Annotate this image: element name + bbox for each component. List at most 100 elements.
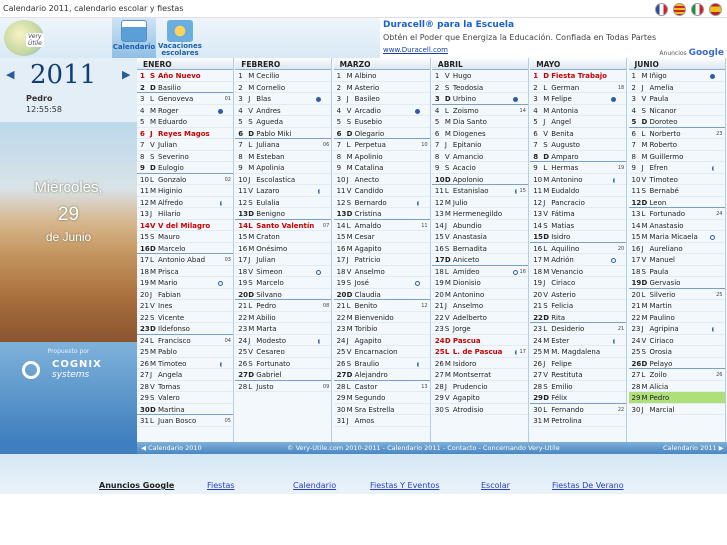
day-row[interactable]: 27 V Restituta bbox=[530, 369, 627, 381]
flag-france-icon[interactable] bbox=[655, 3, 668, 16]
day-row[interactable]: 12 S Eulalia bbox=[235, 197, 332, 208]
day-row[interactable]: 4 V Arcadio bbox=[333, 105, 430, 116]
day-row[interactable]: 25 M Pablo bbox=[137, 346, 233, 358]
footer-link-fiestas[interactable]: Fiestas bbox=[207, 481, 235, 490]
day-row[interactable]: 5 D Doroteo bbox=[628, 116, 725, 128]
day-row[interactable]: 13 D Cristina bbox=[333, 208, 430, 220]
day-row[interactable]: 9 D Eulogio bbox=[137, 162, 233, 174]
day-row[interactable]: 29 M Segundo bbox=[333, 392, 430, 404]
footer-link-fiestas-verano[interactable]: Fiestas De Verano bbox=[552, 481, 624, 490]
day-row[interactable]: 8 M Esteban bbox=[235, 151, 332, 162]
day-row[interactable]: 27 D Alejandro bbox=[333, 369, 430, 381]
day-row[interactable]: 26 M Isidoro bbox=[431, 358, 528, 369]
day-row[interactable]: 20 D Silvano bbox=[235, 289, 332, 300]
day-row[interactable]: 12 J Pancracio bbox=[530, 197, 627, 208]
day-row[interactable]: 15 M Maria Micaela bbox=[628, 231, 725, 243]
day-row[interactable]: 25 V Encarnacion bbox=[333, 346, 430, 358]
day-row[interactable]: 5 S Agueda bbox=[235, 116, 332, 128]
prev-year-icon[interactable]: ◀ bbox=[6, 68, 14, 81]
sponsor-box[interactable]: Propuesto por COGNIX systems bbox=[0, 342, 137, 442]
day-row[interactable]: 20 L Silverio 25 bbox=[628, 289, 725, 300]
day-row[interactable]: 20 V Asterio bbox=[530, 289, 627, 300]
day-row[interactable]: 7 J Epitanio bbox=[431, 139, 528, 151]
day-row[interactable]: 6 L Norberto 23 bbox=[628, 128, 725, 139]
day-row[interactable]: 28 L Castor 13 bbox=[333, 381, 430, 392]
day-row[interactable]: 28 L Justo 09 bbox=[235, 381, 332, 392]
day-row[interactable]: 25 M M. Magdalena bbox=[530, 346, 627, 358]
day-row[interactable]: 19 M Mario bbox=[137, 277, 233, 289]
day-row[interactable]: 21 L Pedro 08 bbox=[235, 300, 332, 312]
day-row[interactable]: 3 J Blas bbox=[235, 93, 332, 105]
day-row[interactable]: 30 M Sra Estrella bbox=[333, 404, 430, 415]
day-row[interactable]: 24 V Ciriaco bbox=[628, 335, 725, 346]
day-row[interactable]: 14 J Abundio bbox=[431, 220, 528, 231]
day-row[interactable]: 2 S Teodosia bbox=[431, 82, 528, 93]
day-row[interactable]: 5 M Dia Santo bbox=[431, 116, 528, 128]
day-row[interactable]: 25 V Cesareo bbox=[235, 346, 332, 358]
day-row[interactable]: 16 M Agapito bbox=[333, 243, 430, 254]
day-row[interactable]: 19 S José bbox=[333, 277, 430, 289]
day-row[interactable]: 23 M Toribio bbox=[333, 323, 430, 335]
day-row[interactable]: 12 D Leon bbox=[628, 197, 725, 208]
flag-italy-icon[interactable] bbox=[691, 3, 704, 16]
day-row[interactable]: 13 D Benigno bbox=[235, 208, 332, 220]
day-row[interactable]: 18 L Amideo 16 bbox=[431, 266, 528, 277]
day-row[interactable]: 8 M Guillermo bbox=[628, 151, 725, 162]
day-row[interactable]: 8 S Severino bbox=[137, 151, 233, 162]
day-row[interactable]: 8 M Apolinio bbox=[333, 151, 430, 162]
day-row[interactable]: 17 J Julian bbox=[235, 254, 332, 266]
tab-vacaciones[interactable]: Vacaciones escolares bbox=[158, 18, 202, 58]
day-row[interactable]: 31 M Petrolina bbox=[530, 415, 627, 427]
ad-headline[interactable]: Duracell® para la Escuela bbox=[383, 20, 514, 30]
day-row[interactable]: 22 M Paulino bbox=[628, 312, 725, 323]
ad-banner[interactable]: Duracell® para la Escuela Obtén el Poder… bbox=[380, 18, 727, 58]
day-row[interactable]: 19 J Ciriaco bbox=[530, 277, 627, 289]
day-row[interactable]: 5 M Eduardo bbox=[137, 116, 233, 128]
ad-url[interactable]: www.Duracell.com bbox=[383, 46, 448, 54]
day-row[interactable]: 30 J Marcial bbox=[628, 404, 725, 415]
day-row[interactable]: 18 V Anselmo bbox=[333, 266, 430, 277]
day-row[interactable]: 3 D Urbino bbox=[431, 93, 528, 105]
day-row[interactable]: 17 D Aniceto bbox=[431, 254, 528, 266]
day-row[interactable]: 23 L Desiderio 21 bbox=[530, 323, 627, 335]
day-row[interactable]: 4 M Roger bbox=[137, 105, 233, 116]
day-row[interactable]: 30 L Fernando 22 bbox=[530, 404, 627, 415]
day-row[interactable]: 28 M Alicia bbox=[628, 381, 725, 392]
day-row[interactable]: 1 S Año Nuevo bbox=[137, 70, 233, 82]
day-row[interactable]: 6 D Olegario bbox=[333, 128, 430, 139]
day-row[interactable]: 21 S Felicia bbox=[530, 300, 627, 312]
day-row[interactable]: 29 S Valero bbox=[137, 392, 233, 404]
day-row[interactable]: 15 M Cesar bbox=[333, 231, 430, 243]
day-row[interactable]: 11 V Lazaro bbox=[235, 185, 332, 197]
day-row[interactable]: 1 M Cecilio bbox=[235, 70, 332, 82]
day-row[interactable]: 7 L Perpetua 10 bbox=[333, 139, 430, 151]
day-row[interactable]: 15 M Craton bbox=[235, 231, 332, 243]
day-row[interactable]: 8 V Amancio bbox=[431, 151, 528, 162]
day-row[interactable]: 27 M Montserrat bbox=[431, 369, 528, 381]
day-row[interactable]: 14 M Anastasio bbox=[628, 220, 725, 231]
day-row[interactable]: 14 L Santo Valentín 07 bbox=[235, 220, 332, 231]
day-row[interactable]: 17 V Manuel bbox=[628, 254, 725, 266]
day-row[interactable]: 4 L Zoismo 14 bbox=[431, 105, 528, 116]
day-row[interactable]: 9 J Efren bbox=[628, 162, 725, 174]
day-row[interactable]: 10 J Anecto bbox=[333, 174, 430, 185]
day-row[interactable]: 24 D Pascua bbox=[431, 335, 528, 346]
day-row[interactable]: 22 D Rita bbox=[530, 312, 627, 323]
footer-link-escolar[interactable]: Escolar bbox=[481, 481, 510, 490]
day-row[interactable]: 20 J Fabian bbox=[137, 289, 233, 300]
day-row[interactable]: 11 S Bernabé bbox=[628, 185, 725, 197]
day-row[interactable]: 18 M Venancio bbox=[530, 266, 627, 277]
day-row[interactable]: 14 V V del Milagro bbox=[137, 220, 233, 231]
day-row[interactable]: 25 S Orosia bbox=[628, 346, 725, 358]
day-row[interactable]: 5 S Eusebio bbox=[333, 116, 430, 128]
day-row[interactable]: 21 L Benito 12 bbox=[333, 300, 430, 312]
cognix-logo[interactable]: COGNIX systems bbox=[22, 359, 114, 383]
day-row[interactable]: 11 M Eudaldo bbox=[530, 185, 627, 197]
day-row[interactable]: 10 M Antonino bbox=[530, 174, 627, 185]
day-row[interactable]: 22 M Abilio bbox=[235, 312, 332, 323]
day-row[interactable]: 10 V Timoteo bbox=[628, 174, 725, 185]
day-row[interactable]: 28 S Emilio bbox=[530, 381, 627, 392]
day-row[interactable]: 21 M Martin bbox=[628, 300, 725, 312]
day-row[interactable]: 31 L Juan Bosco 05 bbox=[137, 415, 233, 427]
day-row[interactable]: 11 L Estanislao 15 bbox=[431, 185, 528, 197]
